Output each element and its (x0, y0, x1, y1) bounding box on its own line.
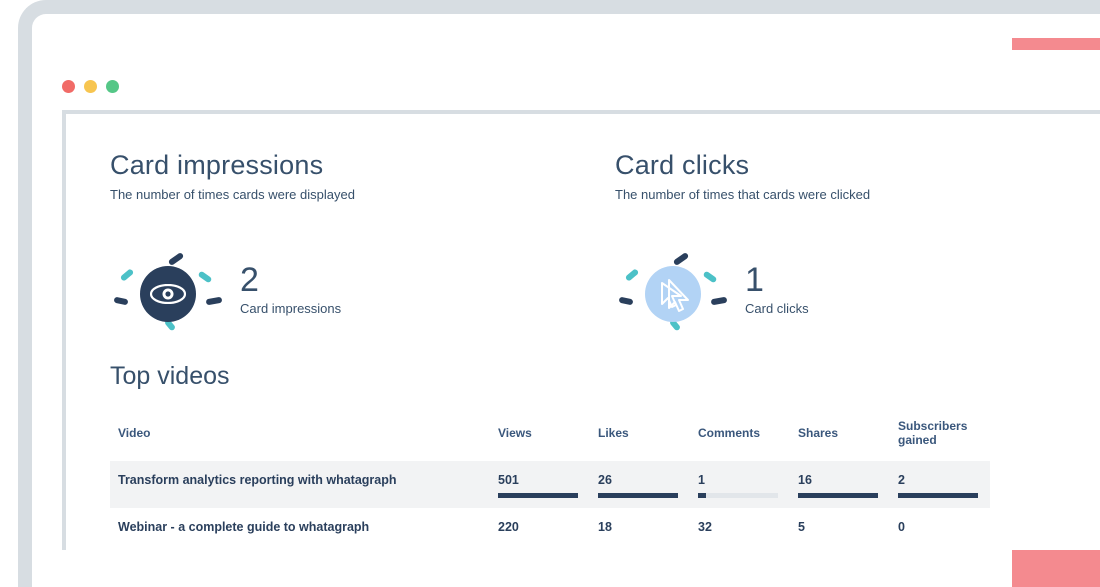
col-views[interactable]: Views (490, 413, 590, 461)
bar-shares (798, 493, 878, 498)
eye-sun-icon (110, 244, 220, 334)
table-row[interactable]: Transform analytics reporting with whata… (110, 461, 990, 491)
cell-comments: 1 (690, 461, 790, 491)
card-clicks-value: 1 (745, 263, 809, 297)
cell-shares: 5 (790, 508, 890, 538)
card-impressions-value: 2 (240, 263, 341, 297)
traffic-lights (62, 80, 119, 93)
cell-likes: 26 (590, 461, 690, 491)
card-clicks-title: Card clicks (615, 150, 1080, 181)
cell-video: Transform analytics reporting with whata… (110, 461, 490, 491)
card-clicks-label: Card clicks (745, 301, 809, 316)
cell-views: 220 (490, 508, 590, 538)
col-comments[interactable]: Comments (690, 413, 790, 461)
top-videos-table: Video Views Likes Comments Shares Subscr… (110, 413, 990, 538)
eye-icon (150, 284, 186, 304)
zoom-dot-icon[interactable] (106, 80, 119, 93)
card-impressions-title: Card impressions (110, 150, 575, 181)
cell-views: 501 (490, 461, 590, 491)
card-clicks-header: Card clicks The number of times that car… (615, 150, 1080, 202)
browser-chrome: Card impressions The number of times car… (50, 50, 1100, 550)
dashboard-panel: Card impressions The number of times car… (62, 110, 1100, 550)
top-videos-title: Top videos (110, 362, 1080, 391)
col-shares[interactable]: Shares (790, 413, 890, 461)
bar-subs (898, 493, 978, 498)
card-impressions-subtitle: The number of times cards were displayed (110, 187, 575, 202)
table-row[interactable]: Webinar - a complete guide to whatagraph… (110, 508, 990, 538)
card-impressions-header: Card impressions The number of times car… (110, 150, 575, 202)
cell-likes: 18 (590, 508, 690, 538)
card-clicks-stat: 1 Card clicks (615, 244, 1080, 334)
bar-likes (598, 493, 678, 498)
cursor-sun-icon (615, 244, 725, 334)
card-clicks-subtitle: The number of times that cards were clic… (615, 187, 1080, 202)
close-dot-icon[interactable] (62, 80, 75, 93)
col-subs[interactable]: Subscribers gained (890, 413, 990, 461)
minimize-dot-icon[interactable] (84, 80, 97, 93)
card-impressions-stat: 2 Card impressions (110, 244, 575, 334)
device-mock: Card impressions The number of times car… (0, 0, 1100, 587)
bar-comments (698, 493, 778, 498)
card-impressions-label: Card impressions (240, 301, 341, 316)
bar-views (498, 493, 578, 498)
col-likes[interactable]: Likes (590, 413, 690, 461)
table-row-bars (110, 491, 990, 508)
cell-video: Webinar - a complete guide to whatagraph (110, 508, 490, 538)
col-video[interactable]: Video (110, 413, 490, 461)
cell-subs: 2 (890, 461, 990, 491)
cell-shares: 16 (790, 461, 890, 491)
cell-subs: 0 (890, 508, 990, 538)
cell-comments: 32 (690, 508, 790, 538)
cursor-icon (657, 278, 691, 312)
